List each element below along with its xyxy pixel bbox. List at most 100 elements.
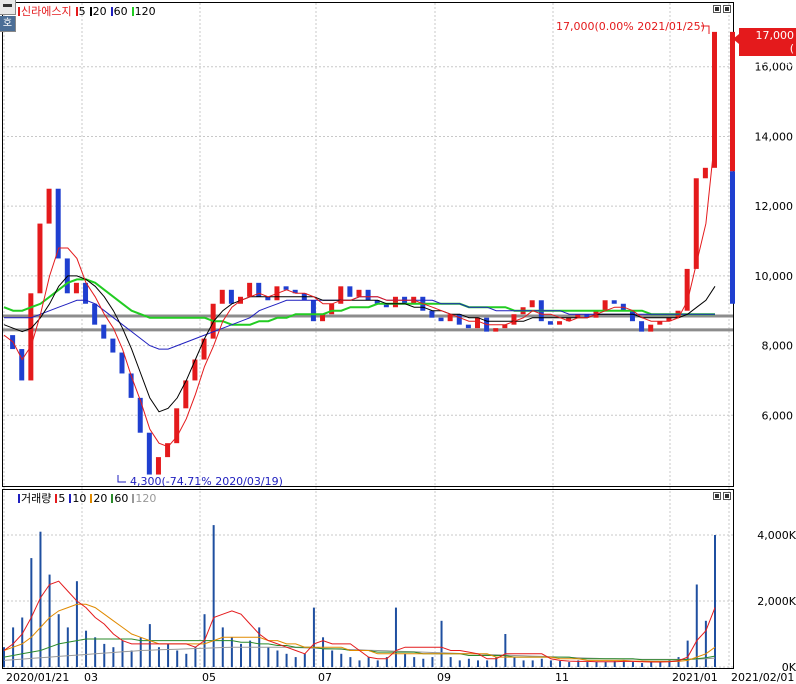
price-bar — [447, 314, 453, 322]
volume-bar — [631, 662, 634, 667]
legend-label: 5 — [78, 4, 86, 18]
volume-legend-title[interactable]: 거래량 — [18, 490, 51, 506]
volume-bar — [112, 647, 115, 667]
price-panel-close-button[interactable] — [723, 5, 731, 13]
volume-bar — [340, 653, 343, 667]
date-axis-label: 2021/02/01 — [731, 671, 794, 684]
legend-swatch — [90, 493, 93, 503]
volume-bar — [394, 607, 397, 667]
price-bar — [465, 324, 471, 329]
current-price-value: 17,000 — [755, 29, 795, 42]
volume-bar — [294, 657, 297, 667]
side-toggle-button[interactable]: 호 — [0, 16, 16, 32]
volume-bar — [212, 525, 215, 667]
legend-item-vol60[interactable]: 60 — [111, 492, 128, 505]
price-bar — [529, 300, 535, 308]
volume-bar — [586, 662, 589, 667]
panel-menu-button[interactable] — [0, 0, 16, 15]
volume-bar — [604, 662, 607, 667]
volume-bar — [513, 657, 516, 667]
price-bar — [657, 321, 663, 325]
price-bar — [511, 314, 517, 325]
price-bar — [639, 321, 645, 332]
price-bar — [475, 317, 480, 329]
price-axis-label: 6,000 — [762, 409, 794, 422]
volume-bar — [48, 574, 51, 667]
price-bar — [648, 324, 654, 332]
volume-bar — [440, 620, 443, 667]
volume-axis-label: 2,000K — [757, 595, 796, 608]
legend-swatch — [131, 6, 134, 16]
high-annotation: 17,000(0.00% 2021/01/25) — [556, 20, 705, 33]
current-price-change: ( 29.77%) — [747, 42, 794, 68]
volume-bar — [358, 660, 361, 667]
volume-bar — [249, 640, 252, 667]
price-bar — [228, 289, 234, 304]
volume-bars — [3, 525, 716, 667]
legend-item-ma5[interactable]: 5 — [75, 4, 86, 18]
price-bar — [19, 349, 25, 381]
volume-bar — [486, 660, 489, 667]
volume-average-lines — [3, 580, 716, 663]
volume-bar — [695, 584, 698, 667]
date-axis-label: 11 — [555, 671, 569, 684]
legend-item-vol120[interactable]: 120 — [132, 492, 156, 505]
volume-bar — [103, 643, 106, 667]
price-bar — [602, 300, 608, 311]
volume-bar — [57, 614, 60, 667]
price-bar — [146, 432, 152, 475]
volume-bar — [641, 663, 644, 667]
volume-bar — [167, 643, 170, 667]
price-bar — [429, 310, 435, 318]
volume-bar — [121, 640, 124, 667]
legend-item-vol5[interactable]: 5 — [55, 492, 65, 505]
price-legend-title[interactable]: 신라에스지 — [18, 3, 72, 19]
price-bar — [174, 408, 180, 444]
price-bar — [265, 296, 271, 301]
volume-bar — [595, 662, 598, 667]
legend-item-vol10[interactable]: 10 — [69, 492, 86, 505]
legend-label: 60 — [113, 4, 128, 18]
volume-bar — [230, 637, 233, 667]
volume-bar — [66, 627, 69, 667]
legend-item-ma20[interactable]: 20 — [89, 4, 107, 18]
support-lines — [3, 314, 733, 332]
volume-bar — [276, 650, 279, 667]
current-price-bar — [730, 31, 735, 172]
price-legend[interactable]: 신라에스지 5 20 60 120 — [18, 4, 156, 18]
volume-bar — [504, 634, 507, 667]
legend-item-ma60[interactable]: 60 — [110, 4, 128, 18]
date-axis-label: 07 — [318, 671, 332, 684]
volume-bar — [322, 637, 325, 667]
price-bar — [365, 289, 371, 301]
price-bar — [320, 314, 326, 322]
price-bar — [110, 338, 116, 353]
price-panel-maximize-button[interactable] — [713, 5, 721, 13]
price-axis-label: 12,000 — [755, 200, 794, 213]
stock-chart[interactable]: 16,00014,00012,00010,0008,0006,0004,000K… — [0, 0, 796, 684]
volume-bar — [349, 657, 352, 667]
price-bar — [155, 457, 161, 475]
price-bar — [456, 314, 462, 325]
legend-swatch — [75, 6, 78, 16]
legend-swatch — [18, 6, 20, 16]
volume-bar — [176, 650, 179, 667]
legend-swatch — [69, 493, 72, 503]
volume-bar — [367, 657, 370, 667]
volume-panel-close-button[interactable] — [723, 492, 731, 500]
price-bar — [219, 289, 225, 304]
legend-label: 20 — [92, 4, 107, 18]
volume-bar — [531, 660, 534, 667]
volume-legend[interactable]: 거래량 5 10 20 60 120 — [18, 491, 156, 505]
volume-bar — [540, 658, 543, 667]
grid-lines — [3, 3, 733, 668]
price-bar — [192, 359, 198, 381]
price-axis-label: 10,000 — [755, 270, 794, 283]
volume-panel-maximize-button[interactable] — [713, 492, 721, 500]
volume-bar — [458, 660, 461, 667]
legend-item-ma120[interactable]: 120 — [131, 5, 156, 18]
price-bar — [575, 314, 581, 318]
legend-label: 20 — [93, 491, 108, 505]
legend-item-vol20[interactable]: 20 — [90, 492, 107, 505]
price-bar — [310, 300, 316, 322]
